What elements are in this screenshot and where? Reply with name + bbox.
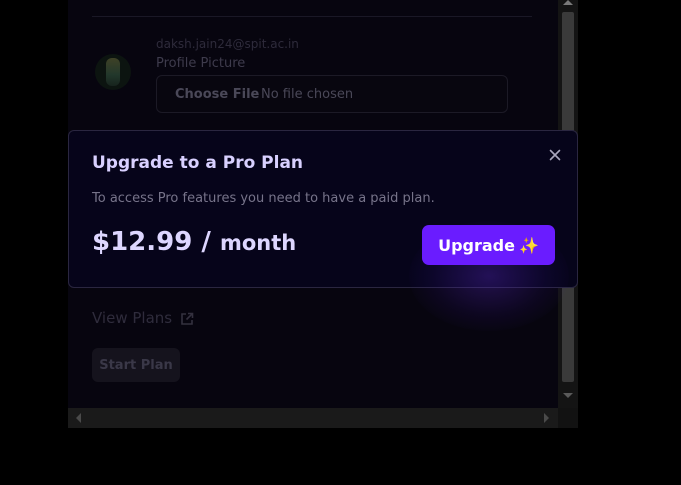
close-icon[interactable] bbox=[547, 147, 563, 163]
profile-picture-file-input[interactable]: Choose File No file chosen bbox=[156, 75, 508, 113]
modal-title: Upgrade to a Pro Plan bbox=[92, 153, 304, 173]
avatar bbox=[95, 54, 131, 90]
upgrade-button[interactable]: Upgrade ✨ bbox=[422, 225, 555, 265]
start-plan-button[interactable]: Start Plan bbox=[92, 348, 180, 382]
price-period: month bbox=[219, 231, 297, 255]
horizontal-scrollbar[interactable] bbox=[68, 408, 558, 428]
choose-file-button[interactable]: Choose File bbox=[175, 87, 259, 102]
avatar-image bbox=[106, 58, 120, 86]
user-email: daksh.jain24@spit.ac.in bbox=[156, 37, 299, 51]
file-status-text: No file chosen bbox=[261, 87, 354, 102]
upgrade-modal: Upgrade to a Pro Plan To access Pro feat… bbox=[68, 130, 578, 331]
upgrade-label: Upgrade bbox=[438, 235, 515, 255]
plan-price: $12.99 / month bbox=[92, 227, 296, 257]
scroll-right-arrow-icon[interactable] bbox=[544, 413, 549, 423]
scroll-left-arrow-icon[interactable] bbox=[76, 413, 81, 423]
sparkles-icon: ✨ bbox=[518, 235, 539, 255]
profile-picture-label: Profile Picture bbox=[156, 56, 246, 71]
price-separator: / bbox=[201, 227, 211, 257]
view-plans-link[interactable]: View Plans bbox=[92, 309, 172, 327]
scrollbar-corner bbox=[558, 408, 578, 428]
price-amount: $12.99 bbox=[92, 227, 193, 257]
scroll-up-arrow-icon[interactable] bbox=[563, 0, 573, 5]
scroll-down-arrow-icon[interactable] bbox=[563, 393, 573, 398]
section-divider bbox=[92, 16, 532, 17]
modal-description: To access Pro features you need to have … bbox=[92, 191, 435, 206]
external-link-icon[interactable] bbox=[180, 312, 194, 326]
